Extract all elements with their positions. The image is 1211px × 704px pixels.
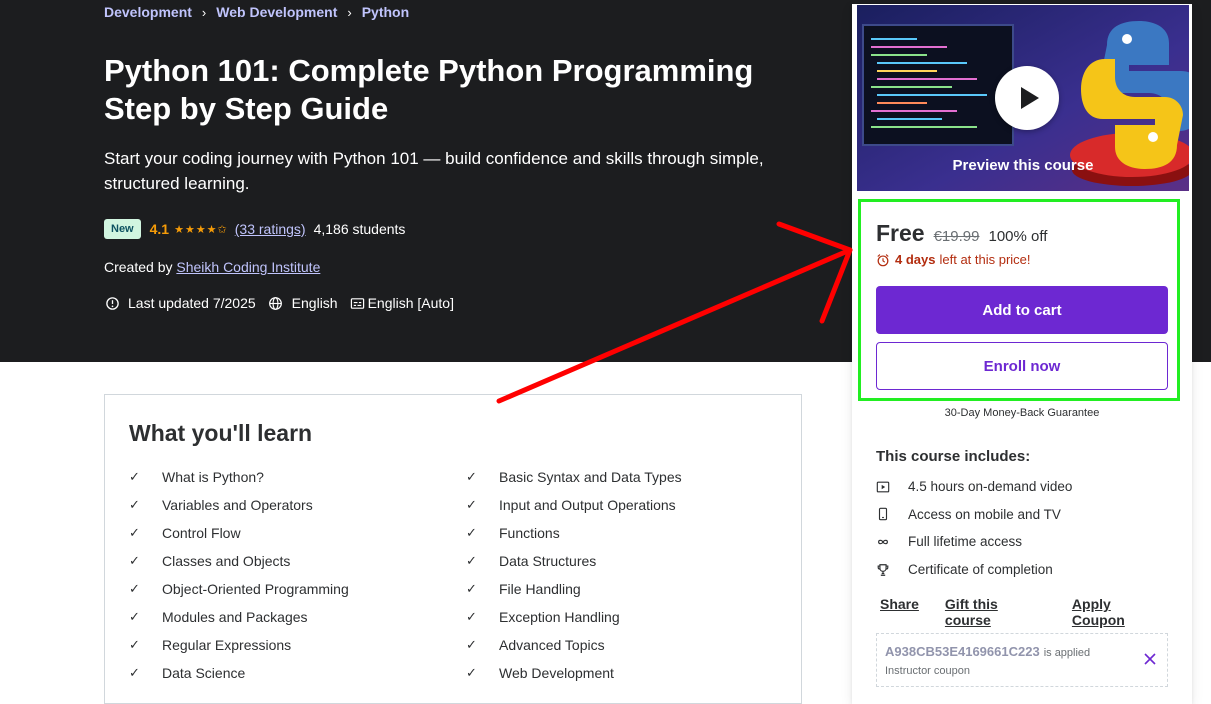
- check-icon: ✓: [129, 468, 140, 484]
- list-item: ✓ Classes and Objects: [129, 552, 291, 569]
- purchase-sidebar: Preview this course Free €19.99 100% off…: [852, 4, 1192, 704]
- check-icon: ✓: [129, 580, 140, 596]
- alarm-clock-icon: [876, 253, 890, 267]
- list-item: ✓ Advanced Topics: [466, 636, 605, 653]
- list-item: ✓ Exception Handling: [466, 608, 620, 625]
- money-back-guarantee: 30-Day Money-Back Guarantee: [944, 407, 1100, 419]
- check-icon: ✓: [129, 524, 140, 540]
- coupon-type: Instructor coupon: [885, 665, 970, 677]
- new-badge: New: [104, 219, 141, 239]
- learn-list: ✓ What is Python? ✓ Basic Syntax and Data …: [129, 468, 789, 681]
- list-item: Full lifetime access: [876, 533, 1072, 550]
- course-captions: English [Auto]: [367, 295, 454, 311]
- course-subtitle: Start your coding journey with Python 10…: [104, 149, 764, 193]
- infinity-icon: [876, 535, 892, 549]
- check-icon: ✓: [466, 636, 477, 652]
- trophy-icon: [876, 563, 892, 577]
- globe-icon: [268, 295, 284, 311]
- close-icon[interactable]: [1143, 651, 1157, 669]
- add-to-cart-button[interactable]: Add to cart: [876, 286, 1168, 334]
- course-preview[interactable]: Preview this course: [856, 4, 1190, 192]
- list-item: Certificate of completion: [876, 561, 1072, 578]
- check-icon: ✓: [466, 552, 477, 568]
- timer-text: left at this price!: [939, 252, 1031, 267]
- list-item: ✓ Data Structures: [466, 552, 597, 569]
- gift-course-link[interactable]: Gift this course: [945, 596, 1046, 628]
- check-icon: ✓: [466, 468, 477, 484]
- ratings-count-link[interactable]: (33 ratings): [235, 221, 306, 237]
- chevron-right-icon: ›: [201, 4, 207, 20]
- coupon-applied-text: is applied: [1043, 647, 1091, 659]
- play-icon: [1020, 87, 1039, 109]
- breadcrumb-development[interactable]: Development: [104, 4, 192, 20]
- list-item: ✓ Regular Expressions: [129, 636, 292, 653]
- check-icon: ✓: [129, 496, 140, 512]
- check-icon: ✓: [466, 664, 477, 680]
- enroll-now-button[interactable]: Enroll now: [876, 342, 1168, 390]
- list-item: ✓ Data Science: [129, 664, 246, 681]
- check-icon: ✓: [466, 496, 477, 512]
- rating-value: 4.1: [149, 221, 170, 237]
- applied-coupon: A938CB53E4169661C223 is applied Instructo…: [876, 633, 1168, 687]
- breadcrumb-python[interactable]: Python: [362, 4, 409, 20]
- list-item: Access on mobile and TV: [876, 506, 1072, 523]
- course-meta: Last updated 7/2025 English English [Aut…: [104, 295, 454, 311]
- apply-coupon-link[interactable]: Apply Coupon: [1072, 596, 1166, 628]
- breadcrumb: Development › Web Development › Python: [104, 4, 409, 20]
- sidebar-links: Share Gift this course Apply Coupon: [880, 596, 1192, 628]
- captions-icon: [350, 295, 366, 311]
- course-language: English: [291, 295, 338, 311]
- created-by: Created by Sheikh Coding Institute: [104, 259, 320, 275]
- chevron-right-icon: ›: [347, 4, 352, 20]
- learn-title: What you'll learn: [129, 420, 313, 446]
- alert-clock-icon: [104, 295, 120, 311]
- list-item: ✓ Object-Oriented Programming: [129, 580, 349, 597]
- timer-days: 4 days: [895, 252, 936, 267]
- check-icon: ✓: [466, 524, 477, 540]
- check-icon: ✓: [129, 608, 140, 624]
- includes-title: This course includes:: [876, 448, 1031, 465]
- created-by-label: Created by: [104, 259, 173, 275]
- mobile-icon: [876, 507, 892, 521]
- list-item: ✓ Functions: [466, 524, 560, 541]
- preview-label: Preview this course: [952, 157, 1094, 174]
- original-price: €19.99: [933, 228, 980, 245]
- check-icon: ✓: [129, 552, 140, 568]
- students-count: 4,186 students: [313, 221, 406, 237]
- list-item: ✓ Basic Syntax and Data Types: [466, 468, 682, 485]
- share-link[interactable]: Share: [880, 596, 919, 628]
- list-item: ✓ Variables and Operators: [129, 496, 313, 513]
- discount-percent: 100% off: [988, 228, 1048, 245]
- list-item: ✓ Input and Output Operations: [466, 496, 676, 513]
- list-item: ✓ Web Development: [466, 664, 614, 681]
- instructor-link[interactable]: Sheikh Coding Institute: [176, 259, 320, 275]
- list-item: ✓ File Handling: [466, 580, 581, 597]
- check-icon: ✓: [466, 608, 477, 624]
- video-icon: [876, 480, 892, 494]
- star-rating-icon: ★★★★✩: [174, 223, 228, 236]
- breadcrumb-web-development[interactable]: Web Development: [216, 4, 337, 20]
- list-item: ✓ Modules and Packages: [129, 608, 308, 625]
- list-item: ✓ What is Python?: [129, 468, 264, 485]
- check-icon: ✓: [129, 664, 140, 680]
- includes-list: 4.5 hours on-demand video Access on mobi…: [876, 478, 1072, 589]
- rating-row: New 4.1 ★★★★✩ (33 ratings) 4,186 student…: [104, 219, 405, 239]
- current-price: Free: [876, 220, 925, 246]
- price-row: Free €19.99 100% off: [876, 220, 1047, 247]
- coupon-code: A938CB53E4169661C223 is applied: [885, 644, 1091, 659]
- play-button[interactable]: [995, 66, 1059, 130]
- page-title: Python 101: Complete Python Programming …: [104, 53, 754, 126]
- what-youll-learn: What you'll learn ✓ What is Python? ✓ Basi…: [104, 394, 802, 704]
- check-icon: ✓: [129, 636, 140, 652]
- list-item: 4.5 hours on-demand video: [876, 478, 1072, 495]
- price-timer: 4 days left at this price!: [876, 252, 1031, 267]
- last-updated: Last updated 7/2025: [128, 295, 256, 311]
- check-icon: ✓: [466, 580, 477, 596]
- list-item: ✓ Control Flow: [129, 524, 241, 541]
